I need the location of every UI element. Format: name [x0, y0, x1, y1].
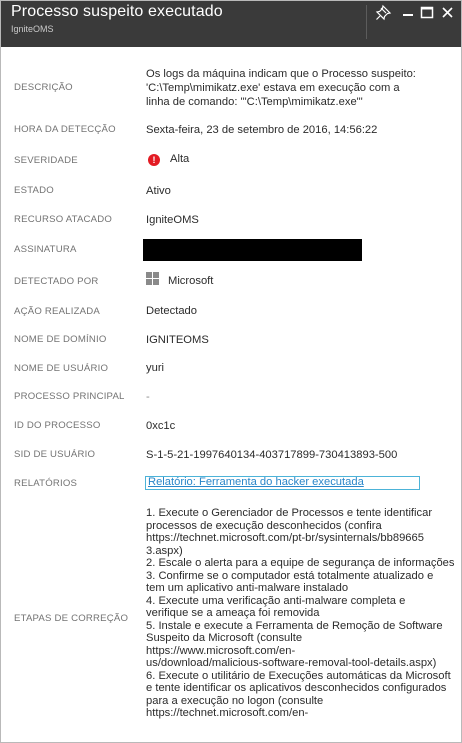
- step-line: https://technet.microsoft.com/pt-br/sysi…: [146, 532, 424, 544]
- description-line: Os logs da máquina indicam que o Process…: [146, 68, 416, 80]
- field-label: RELATÓRIOS: [14, 478, 78, 489]
- step-line: 6. Execute o utilitário de Execuções aut…: [146, 669, 451, 682]
- blade-subtitle: IgniteOMS: [11, 24, 54, 34]
- attacked-resource: IgniteOMS: [146, 214, 199, 226]
- step-line: 3. Confirme se o computador está totalme…: [146, 569, 434, 582]
- error-icon: !: [148, 154, 160, 166]
- step-line: Suspeito da Microsoft (consulte: [146, 632, 303, 644]
- header-divider: [366, 5, 367, 39]
- action-taken: Detectado: [146, 305, 197, 317]
- field-label: DETECTADO POR: [14, 276, 99, 287]
- field-label: DESCRIÇÃO: [14, 82, 73, 93]
- process-id: 0xc1c: [146, 420, 176, 432]
- field-label: AÇÃO REALIZADA: [14, 306, 100, 317]
- step-line: verifique se a ameaça foi removida: [146, 607, 320, 619]
- detected-by: Microsoft: [146, 272, 213, 289]
- close-icon[interactable]: [435, 1, 461, 25]
- user-name: yuri: [146, 362, 165, 374]
- severity-value: ! Alta: [146, 152, 189, 166]
- field-label: ETAPAS DE CORREÇÃO: [14, 613, 129, 624]
- step-line: e tente identificar os aplicativos desco…: [146, 682, 447, 694]
- step-line: para a execução no logon (consulte: [146, 694, 324, 707]
- description-text: Os logs da máquina indicam que o Process…: [146, 67, 416, 109]
- step-line: 2. Escale o alerta para a equipe de segu…: [146, 557, 455, 569]
- field-label: RECURSO ATACADO: [14, 214, 113, 225]
- description-line: linha de comando: '"C:\Temp\mimikatz.exe…: [146, 96, 363, 109]
- pin-icon[interactable]: [371, 1, 397, 25]
- remediation-steps: 1. Execute o Gerenciador de Processos e …: [146, 507, 454, 720]
- step-line: 3.aspx): [146, 544, 183, 557]
- scrollbar[interactable]: [454, 49, 460, 741]
- field-label: ID DO PROCESSO: [14, 420, 101, 431]
- field-label: HORA DA DETECÇÃO: [14, 124, 116, 135]
- field-label: ESTADO: [14, 185, 54, 196]
- step-line: tem um aplicativo anti-malware instalado: [146, 582, 349, 594]
- detected-by-text: Microsoft: [168, 275, 214, 287]
- step-line: https://technet.microsoft.com/en-: [146, 707, 309, 719]
- severity-text: Alta: [170, 153, 190, 165]
- report-link[interactable]: Relatório: Ferramenta do hacker executad…: [148, 476, 364, 488]
- blade-title: Processo suspeito executado: [11, 3, 223, 20]
- description-line: 'C:\Temp\mimikatz.exe' estava em execuçã…: [146, 82, 400, 95]
- detection-time: Sexta-feira, 23 de setembro de 2016, 14:…: [146, 124, 378, 136]
- field-label: NOME DE DOMÍNIO: [14, 334, 107, 345]
- field-label: ASSINATURA: [14, 244, 77, 255]
- step-line: 4. Execute uma verificação anti-malware …: [146, 594, 406, 607]
- state-value: Ativo: [146, 185, 171, 197]
- blade-header: Processo suspeito executado IgniteOMS: [1, 1, 461, 47]
- step-line: https://www.microsoft.com/en-: [146, 644, 296, 657]
- user-sid: S-1-5-21-1997640134-403717899-730413893-…: [146, 449, 398, 461]
- field-label: PROCESSO PRINCIPAL: [14, 391, 125, 402]
- parent-process: -: [146, 391, 150, 403]
- alert-details: DESCRIÇÃO Os logs da máquina indicam que…: [1, 47, 461, 742]
- alert-blade: Processo suspeito executado IgniteOMS DE…: [0, 0, 462, 743]
- step-line: 5. Instale e execute a Ferramenta de Rem…: [146, 619, 443, 632]
- redacted-signature: [143, 239, 362, 261]
- windows-logo-icon: [146, 272, 159, 289]
- field-label: SEVERIDADE: [14, 155, 78, 166]
- step-line: us/download/malicious-software-removal-t…: [146, 657, 437, 669]
- report-link-focus[interactable]: Relatório: Ferramenta do hacker executad…: [145, 476, 420, 490]
- field-label: SID DE USUÁRIO: [14, 449, 96, 460]
- step-line: processos de execução desconhecidos (con…: [146, 519, 382, 532]
- field-label: NOME DE USUÁRIO: [14, 363, 109, 374]
- step-line: 1. Execute o Gerenciador de Processos e …: [146, 507, 433, 519]
- domain-name: IGNITEOMS: [146, 334, 209, 346]
